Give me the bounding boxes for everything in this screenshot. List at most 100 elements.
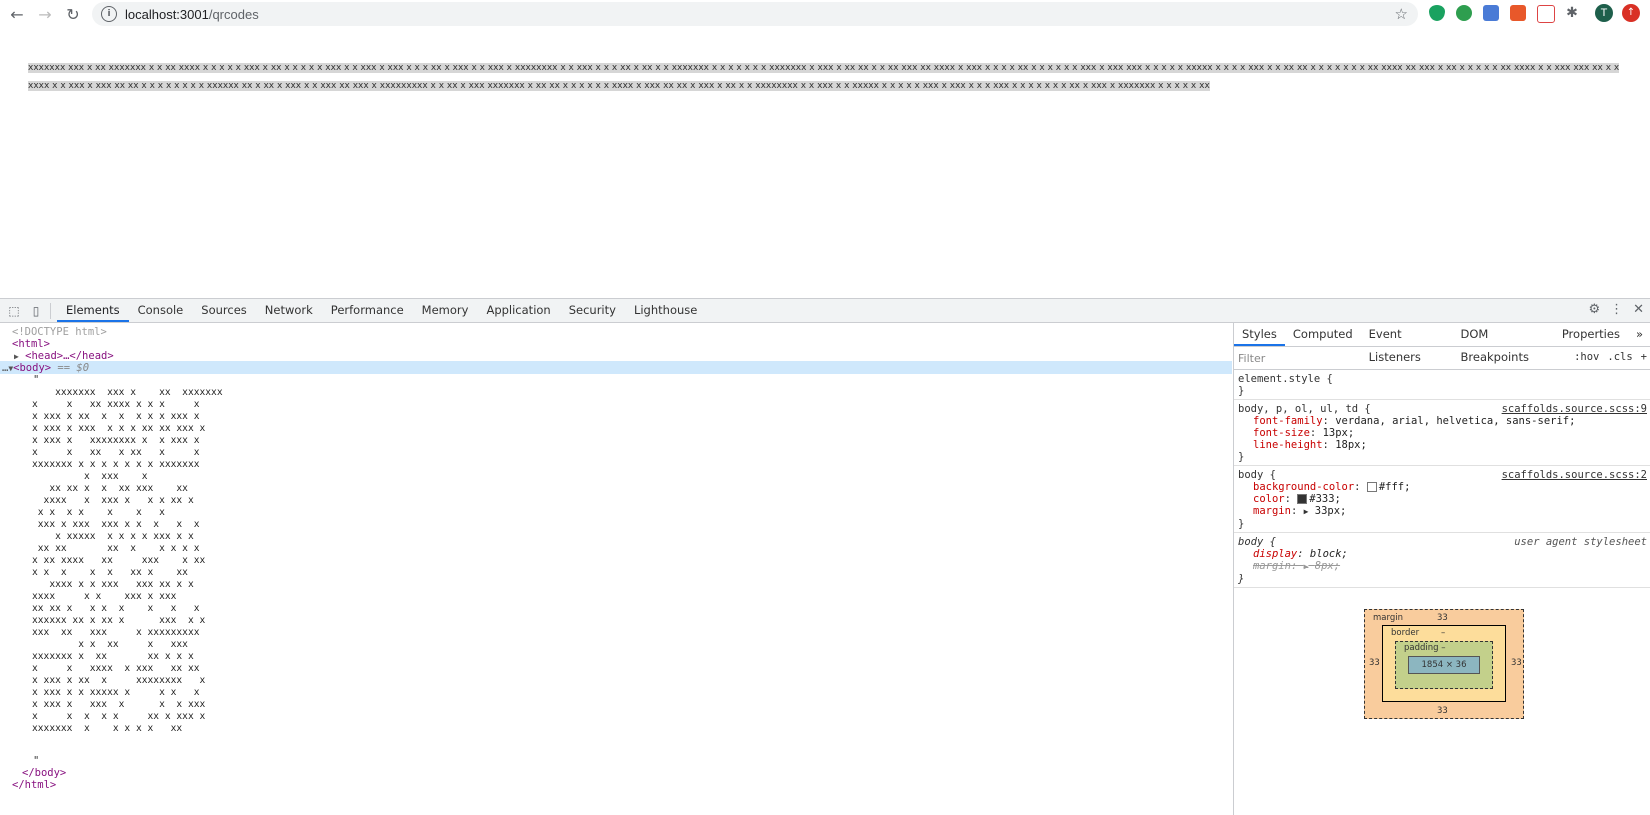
highlighted-body-text: xxxxxxx xxx x xx xxxxxxx x x xx xxxx x x… [28, 63, 1620, 91]
qr-text-node[interactable]: xxxxxxx xxx x xx xxxxxxx x x xx xxxx x x… [32, 387, 223, 735]
property-name: color [1253, 493, 1285, 505]
filter-input[interactable]: Filter [1238, 352, 1265, 365]
property-name: background-color [1253, 481, 1355, 493]
color-swatch-white[interactable] [1366, 482, 1377, 492]
margin-label: margin [1373, 613, 1403, 623]
property-name: margin [1253, 560, 1291, 572]
doctype-node[interactable]: <!DOCTYPE html> [12, 326, 107, 338]
more-tabs-chevron-icon[interactable]: » [1628, 323, 1650, 346]
profile-avatar[interactable]: T [1595, 4, 1613, 22]
property-value: #fff; [1378, 481, 1411, 493]
tab-sources[interactable]: Sources [192, 299, 256, 322]
tab-elements[interactable]: Elements [57, 299, 129, 322]
body-selected-marker: == $0 [51, 362, 90, 374]
hov-toggle[interactable]: :hov [1574, 351, 1599, 363]
expand-arrow-icon[interactable]: ▶ [14, 352, 19, 361]
reload-icon[interactable]: ↻ [62, 3, 84, 25]
margin-right-value[interactable]: 33 [1511, 658, 1522, 668]
url-text[interactable]: localhost:3001/qrcodes [125, 7, 259, 22]
expand-triangle-icon[interactable]: ▶ [1304, 562, 1309, 571]
screen-capture-extension-icon[interactable] [1537, 5, 1555, 23]
qr-text-output: xxxxxxx xxx x xx xxxxxxx x x xx xxxx x x… [28, 59, 1622, 95]
page-viewport: xxxxxxx xxx x xx xxxxxxx x x xx xxxx x x… [0, 28, 1650, 298]
style-property[interactable]: background-color: #fff; [1238, 481, 1647, 493]
tab-performance[interactable]: Performance [322, 299, 413, 322]
inspect-element-icon[interactable]: ⬚ [6, 303, 22, 319]
device-toolbar-icon[interactable]: ▯ [28, 303, 44, 319]
property-value: 18px; [1335, 439, 1367, 451]
border-label: border [1391, 628, 1420, 638]
formula-extension-icon[interactable] [1510, 5, 1526, 21]
body-close-tag[interactable]: </body> [22, 767, 66, 779]
expand-triangle-icon[interactable]: ▶ [1304, 507, 1309, 516]
html-close-tag[interactable]: </html> [12, 779, 56, 791]
more-options-icon[interactable]: ⋮ [1610, 302, 1623, 317]
filter-controls: :hov .cls + [1574, 351, 1647, 363]
style-property[interactable]: line-height: 18px; [1238, 439, 1647, 451]
property-name: font-family [1253, 415, 1323, 427]
tab-security[interactable]: Security [560, 299, 625, 322]
html-open-tag[interactable]: <html> [12, 338, 50, 350]
browser-toolbar: ← → ↻ i localhost:3001/qrcodes ☆ ✱ T ↑ [0, 0, 1650, 28]
settings-gear-icon[interactable]: ⚙ [1588, 302, 1600, 317]
close-icon[interactable]: ✕ [1633, 302, 1644, 317]
new-rule-plus-icon[interactable]: + [1641, 351, 1647, 363]
body-open-tag: <body> [13, 362, 52, 374]
rule-close-brace: } [1238, 385, 1245, 397]
elements-tree: <!DOCTYPE html> <html> ▶ <head>…</head> … [0, 323, 1232, 815]
style-property[interactable]: color: #333; [1238, 493, 1647, 505]
tab-lighthouse[interactable]: Lighthouse [625, 299, 706, 322]
rule-source-link[interactable]: scaffolds.source.scss:9 [1502, 403, 1647, 415]
tab-styles[interactable]: Styles [1234, 323, 1285, 346]
address-bar[interactable]: i localhost:3001/qrcodes ☆ [92, 2, 1418, 26]
rule-source-link[interactable]: scaffolds.source.scss:2 [1502, 469, 1647, 481]
property-value: verdana, arial, helvetica, sans-serif; [1335, 415, 1576, 427]
forward-icon[interactable]: → [34, 3, 56, 25]
box-model-margin[interactable]: margin 33 33 33 33 border – padding – 18… [1364, 609, 1524, 719]
border-top-value[interactable]: – [1441, 628, 1445, 638]
text-quote-open: " [33, 374, 40, 386]
style-property[interactable]: display: block; [1238, 548, 1647, 560]
tab-console[interactable]: Console [129, 299, 193, 322]
tab-network[interactable]: Network [256, 299, 322, 322]
sync-extension-icon[interactable] [1456, 5, 1472, 21]
box-model-padding[interactable]: padding – 1854 × 36 [1395, 641, 1493, 689]
cls-toggle[interactable]: .cls [1607, 351, 1632, 363]
devtools-panel: ⬚ ▯ Elements Console Sources Network Per… [0, 298, 1650, 815]
translate-extension-icon[interactable] [1483, 5, 1499, 21]
box-model-content[interactable]: 1854 × 36 [1408, 656, 1480, 674]
tab-application[interactable]: Application [477, 299, 559, 322]
rule-scaffolds-9: body, p, ol, ul, td { scaffolds.source.s… [1234, 400, 1650, 466]
head-node[interactable]: ▶ <head>…</head> [14, 350, 114, 362]
color-swatch-dark[interactable] [1297, 494, 1308, 504]
site-info-icon[interactable]: i [101, 6, 117, 22]
url-host: localhost:3001 [125, 6, 209, 22]
back-icon[interactable]: ← [6, 3, 28, 25]
styles-sidebar: Styles Computed Event Listeners DOM Brea… [1233, 323, 1650, 815]
rule-scaffolds-2: body { scaffolds.source.scss:2 backgroun… [1234, 466, 1650, 533]
bookmark-star-icon[interactable]: ☆ [1395, 5, 1408, 23]
tab-memory[interactable]: Memory [413, 299, 478, 322]
property-name: margin [1253, 505, 1291, 517]
tab-computed[interactable]: Computed [1285, 323, 1361, 346]
devtools-tabbar: ⬚ ▯ Elements Console Sources Network Per… [0, 299, 1650, 323]
style-property[interactable]: font-family: verdana, arial, helvetica, … [1238, 415, 1647, 427]
style-property-overridden[interactable]: margin: ▶ 8px; [1238, 560, 1647, 573]
margin-bottom-value[interactable]: 33 [1437, 706, 1448, 716]
box-model-border[interactable]: border – padding – 1854 × 36 [1382, 625, 1506, 702]
shield-extension-icon[interactable] [1429, 5, 1445, 21]
styles-filter-bar: Filter :hov .cls + [1234, 347, 1650, 370]
property-value: block; [1309, 548, 1348, 560]
tab-dom-breakpoints[interactable]: DOM Breakpoints [1453, 323, 1554, 364]
style-property[interactable]: margin: ▶ 33px; [1238, 505, 1647, 518]
extensions-puzzle-icon[interactable]: ✱ [1564, 5, 1580, 21]
tab-properties[interactable]: Properties [1554, 323, 1628, 346]
update-icon[interactable]: ↑ [1622, 4, 1640, 22]
margin-top-value[interactable]: 33 [1437, 613, 1448, 623]
body-node[interactable]: …▼<body> == $0 [2, 362, 89, 374]
element-style-selector[interactable]: element.style { [1238, 373, 1647, 385]
style-property[interactable]: font-size: 13px; [1238, 427, 1647, 439]
margin-left-value[interactable]: 33 [1369, 658, 1380, 668]
tab-event-listeners[interactable]: Event Listeners [1361, 323, 1453, 364]
rule-element-style: element.style { } [1234, 370, 1650, 400]
